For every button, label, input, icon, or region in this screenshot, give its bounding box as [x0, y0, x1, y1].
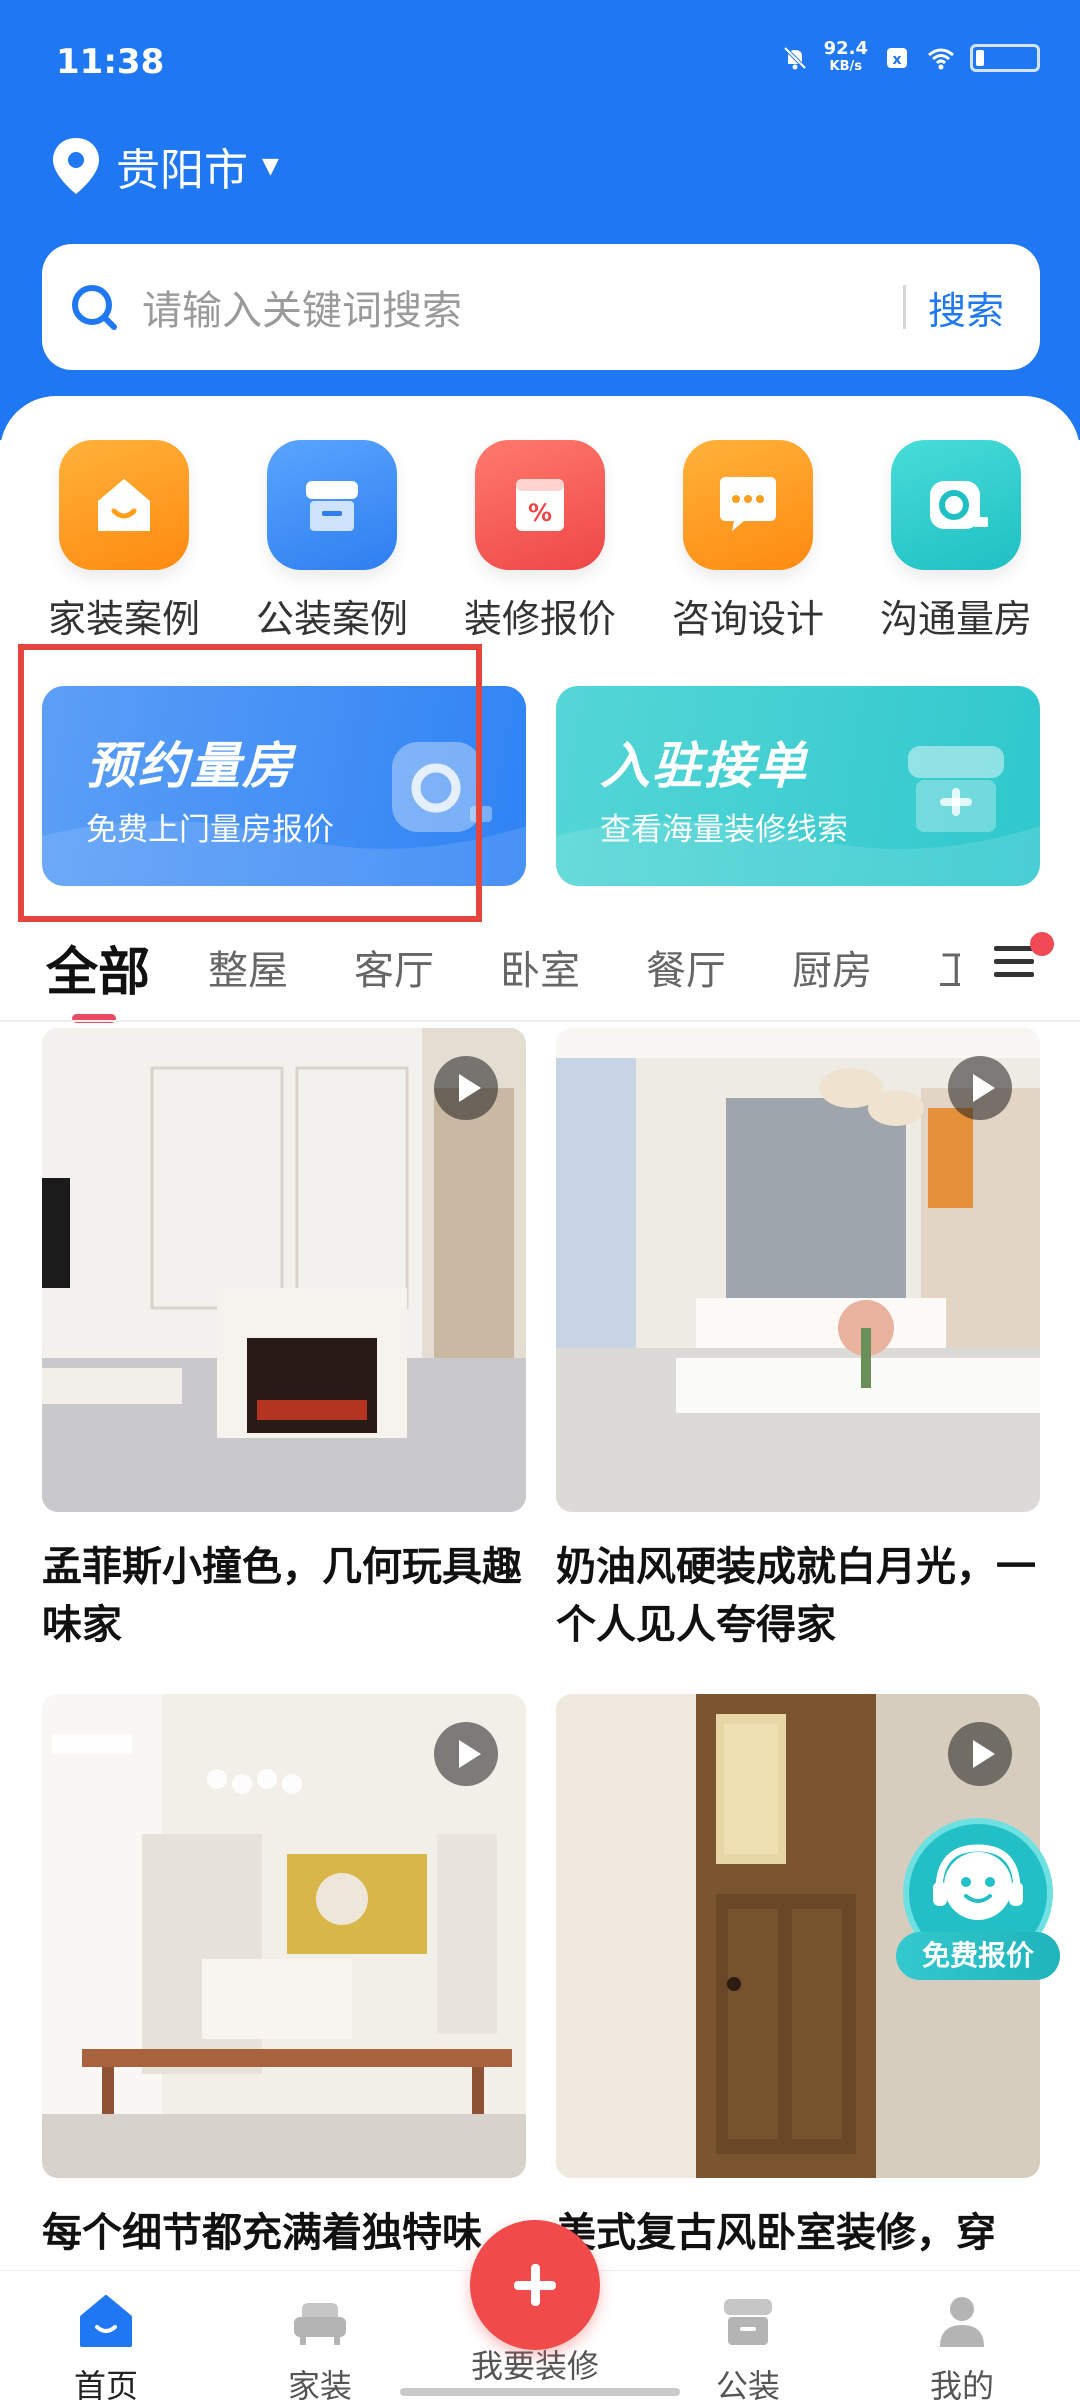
- tab-whole-house[interactable]: 整屋: [208, 938, 288, 996]
- shortcut-label: 沟通量房: [879, 597, 1032, 641]
- nav-label: 我的: [929, 2367, 994, 2405]
- sofa-icon: [294, 2303, 346, 2345]
- tab-kitchen[interactable]: 厨房: [792, 938, 872, 996]
- case-card[interactable]: 每个细节都充满着独特味: [42, 1694, 526, 2262]
- shortcut-label: 公装案例: [255, 597, 408, 641]
- free-quote-float-button[interactable]: 免费报价: [896, 1818, 1060, 1982]
- chat-bubble-icon: [683, 440, 813, 570]
- storefront-icon: [267, 440, 397, 570]
- calculator-icon: %: [475, 440, 605, 570]
- app-notification-icon: x: [887, 48, 907, 68]
- banner-subtitle: 免费上门量房报价: [86, 812, 334, 848]
- tab-bedroom[interactable]: 卧室: [500, 938, 580, 996]
- search-button[interactable]: 搜索: [928, 280, 1004, 335]
- banner-title: 预约量房: [86, 737, 294, 795]
- play-video-icon[interactable]: [948, 1056, 1012, 1120]
- home-indicator: [400, 2388, 680, 2396]
- city-label: 贵阳市: [116, 145, 248, 196]
- case-card[interactable]: 孟菲斯小撞色，几何玩具趣味家: [42, 1028, 526, 1654]
- tabs-divider: [0, 1020, 1080, 1022]
- join-take-orders-banner[interactable]: 入驻接单 查看海量装修线索: [556, 686, 1040, 886]
- status-bar: 11:38 92.4 KB/s x: [56, 38, 1040, 88]
- wifi-icon: [928, 48, 954, 70]
- case-image: [556, 1028, 1040, 1512]
- nav-commercial[interactable]: 公装: [668, 2291, 828, 2407]
- tape-measure-icon: [392, 742, 492, 832]
- nav-label: 首页: [73, 2367, 138, 2405]
- tab-dining-room[interactable]: 餐厅: [646, 938, 726, 996]
- shortcut-commercial-cases[interactable]: 公装案例: [236, 440, 428, 643]
- status-time: 11:38: [56, 42, 165, 82]
- case-card[interactable]: 奶油风硬装成就白月光，一个人见人夸得家: [556, 1028, 1040, 1654]
- nav-home[interactable]: 首页: [26, 2291, 186, 2407]
- search-icon: [72, 285, 117, 330]
- case-title: 每个细节都充满着独特味: [42, 2210, 482, 2256]
- location-pin-icon: [53, 138, 99, 194]
- nav-label: 家装: [287, 2367, 352, 2405]
- float-label: 免费报价: [896, 1932, 1060, 1980]
- svg-text:x: x: [892, 52, 901, 68]
- storefront-icon: [724, 2299, 772, 2345]
- tab-living-room[interactable]: 客厅: [354, 938, 434, 996]
- search-input[interactable]: 请输入关键词搜索: [142, 278, 903, 336]
- nav-home-decor[interactable]: 家装: [240, 2291, 400, 2407]
- battery-icon: [970, 44, 1040, 72]
- status-icons: 92.4 KB/s x: [780, 40, 1040, 76]
- mute-bell-icon: [783, 46, 806, 70]
- shortcut-row: 家装案例 公装案例 % 装修报价 咨询设计 沟通量房: [0, 440, 1080, 643]
- nav-label: 公装: [715, 2367, 780, 2405]
- home-icon: [80, 2295, 132, 2347]
- case-image: [42, 1694, 526, 2178]
- category-tabs: 全部 整屋 客厅 卧室 餐厅 厨房 卫: [0, 916, 1080, 1023]
- book-measurement-banner[interactable]: 预约量房 免费上门量房报价: [42, 686, 526, 886]
- play-video-icon[interactable]: [948, 1722, 1012, 1786]
- case-title: 奶油风硬装成就白月光，一个人见人夸得家: [556, 1544, 1036, 1648]
- search-divider: [902, 285, 906, 329]
- search-bar[interactable]: 请输入关键词搜索 搜索: [42, 244, 1040, 370]
- tab-all[interactable]: 全部: [46, 930, 150, 1005]
- house-smile-icon: [59, 440, 189, 570]
- svg-text:%: %: [528, 499, 552, 527]
- shortcut-design-consult[interactable]: 咨询设计: [652, 440, 844, 643]
- shortcut-label: 咨询设计: [671, 597, 824, 641]
- shortcut-label: 家装案例: [47, 597, 200, 641]
- shortcut-renovation-quote[interactable]: % 装修报价: [444, 440, 636, 643]
- notification-dot: [1030, 932, 1054, 956]
- case-image: [42, 1028, 526, 1512]
- header: 11:38 92.4 KB/s x 贵阳市 ▼ 请输入关键词搜索 搜索: [0, 0, 1080, 440]
- tape-measure-icon: [891, 440, 1021, 570]
- case-title: 孟菲斯小撞色，几何玩具趣味家: [42, 1544, 522, 1648]
- location-selector[interactable]: 贵阳市 ▼: [50, 134, 279, 198]
- play-video-icon[interactable]: [434, 1722, 498, 1786]
- dropdown-caret-icon: ▼: [262, 153, 279, 179]
- play-video-icon[interactable]: [434, 1056, 498, 1120]
- banner-title: 入驻接单: [600, 737, 808, 795]
- case-title: 美式复古风卧室装修，穿: [556, 2210, 996, 2256]
- person-icon: [940, 2297, 984, 2347]
- shortcut-measure-room[interactable]: 沟通量房: [860, 440, 1052, 643]
- shortcut-home-cases[interactable]: 家装案例: [28, 440, 220, 643]
- storefront-icon: [908, 746, 1004, 832]
- network-speed: 92.4 KB/s: [823, 38, 868, 75]
- nav-profile[interactable]: 我的: [882, 2291, 1042, 2407]
- banner-subtitle: 查看海量装修线索: [600, 812, 848, 848]
- renovate-plus-button[interactable]: [470, 2220, 600, 2350]
- tab-bathroom[interactable]: 卫: [938, 938, 960, 996]
- shortcut-label: 装修报价: [463, 597, 616, 641]
